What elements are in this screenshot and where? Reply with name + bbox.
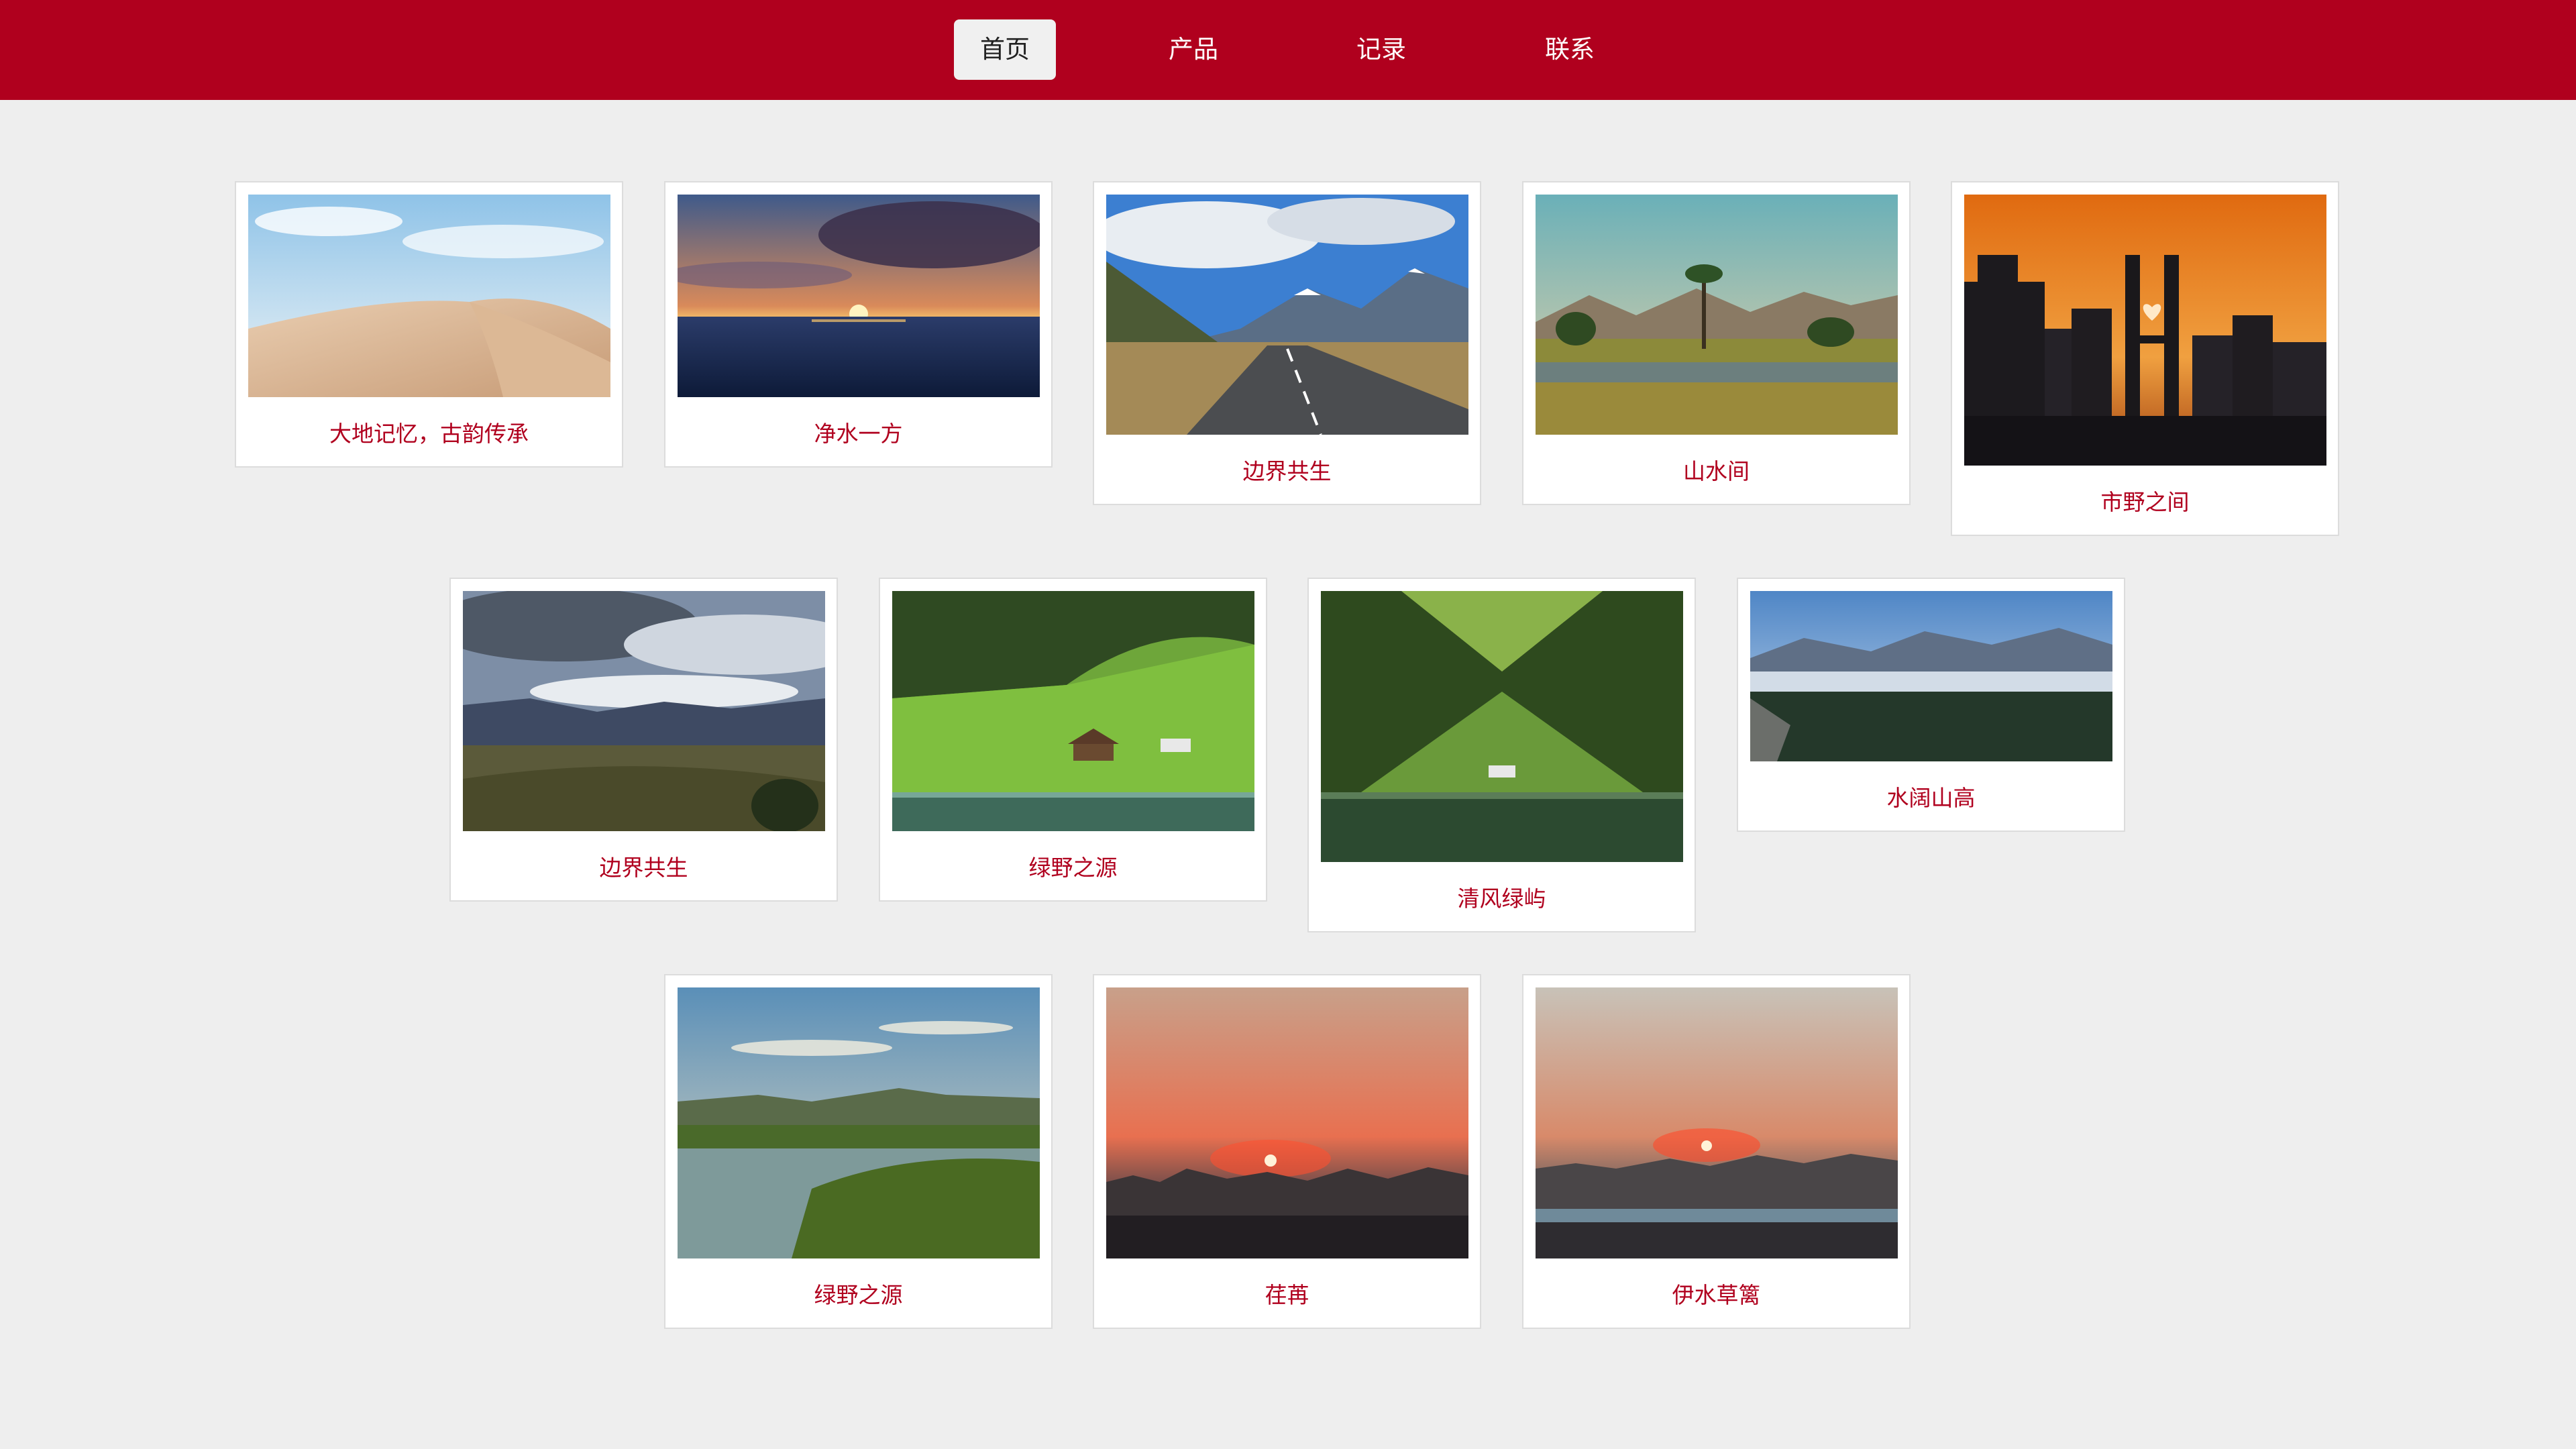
photo-card[interactable]: 边界共生 [449,578,838,902]
nav-item-home[interactable]: 首页 [954,19,1056,80]
photo-caption: 边界共生 [599,855,688,881]
photo-city-sunset-heart [1964,195,2326,466]
photo-cloudy-valley [463,591,825,831]
photo-caption: 水阔山高 [1886,785,1976,811]
photo-caption: 清风绿屿 [1457,885,1546,912]
photo-caption: 市野之间 [2100,489,2190,515]
photo-card[interactable]: 大地记忆，古韵传承 [235,181,623,468]
photo-caption: 荏苒 [1265,1282,1309,1308]
nav-item-products[interactable]: 产品 [1142,19,1244,80]
nav-item-records[interactable]: 记录 [1330,19,1432,80]
photo-red-sunset-skyline [1106,987,1468,1258]
photo-card[interactable]: 边界共生 [1093,181,1481,505]
photo-card[interactable]: 水阔山高 [1737,578,2125,832]
photo-misty-forest-canyon [1750,591,2112,761]
photo-palm-valley-lake [1536,195,1898,435]
photo-card[interactable]: 绿野之源 [664,974,1053,1329]
photo-green-valley-lake [1321,591,1683,862]
photo-caption: 山水间 [1683,458,1750,484]
photo-caption: 绿野之源 [814,1282,903,1308]
photo-card[interactable]: 伊水草篱 [1522,974,1911,1329]
photo-caption: 绿野之源 [1028,855,1118,881]
photo-river-pasture-painting [678,987,1040,1258]
photo-mountain-road [1106,195,1468,435]
photo-green-meadow-cabin [892,591,1254,831]
photo-ocean-sunset [678,195,1040,397]
photo-card[interactable]: 荏苒 [1093,974,1481,1329]
photo-caption: 大地记忆，古韵传承 [329,421,529,447]
photo-desert-dunes [248,195,610,397]
photo-card[interactable]: 绿野之源 [879,578,1267,902]
photo-caption: 伊水草篱 [1672,1282,1761,1308]
photo-caption: 净水一方 [814,421,903,447]
photo-card[interactable]: 清风绿屿 [1307,578,1696,932]
photo-caption: 边界共生 [1242,458,1332,484]
photo-sunset-city-river [1536,987,1898,1258]
photo-card[interactable]: 山水间 [1522,181,1911,505]
photo-card[interactable]: 市野之间 [1951,181,2339,536]
nav-item-contact[interactable]: 联系 [1519,19,1621,80]
photo-card[interactable]: 净水一方 [664,181,1053,468]
top-nav-bar: 首页 产品 记录 联系 [0,0,2576,100]
